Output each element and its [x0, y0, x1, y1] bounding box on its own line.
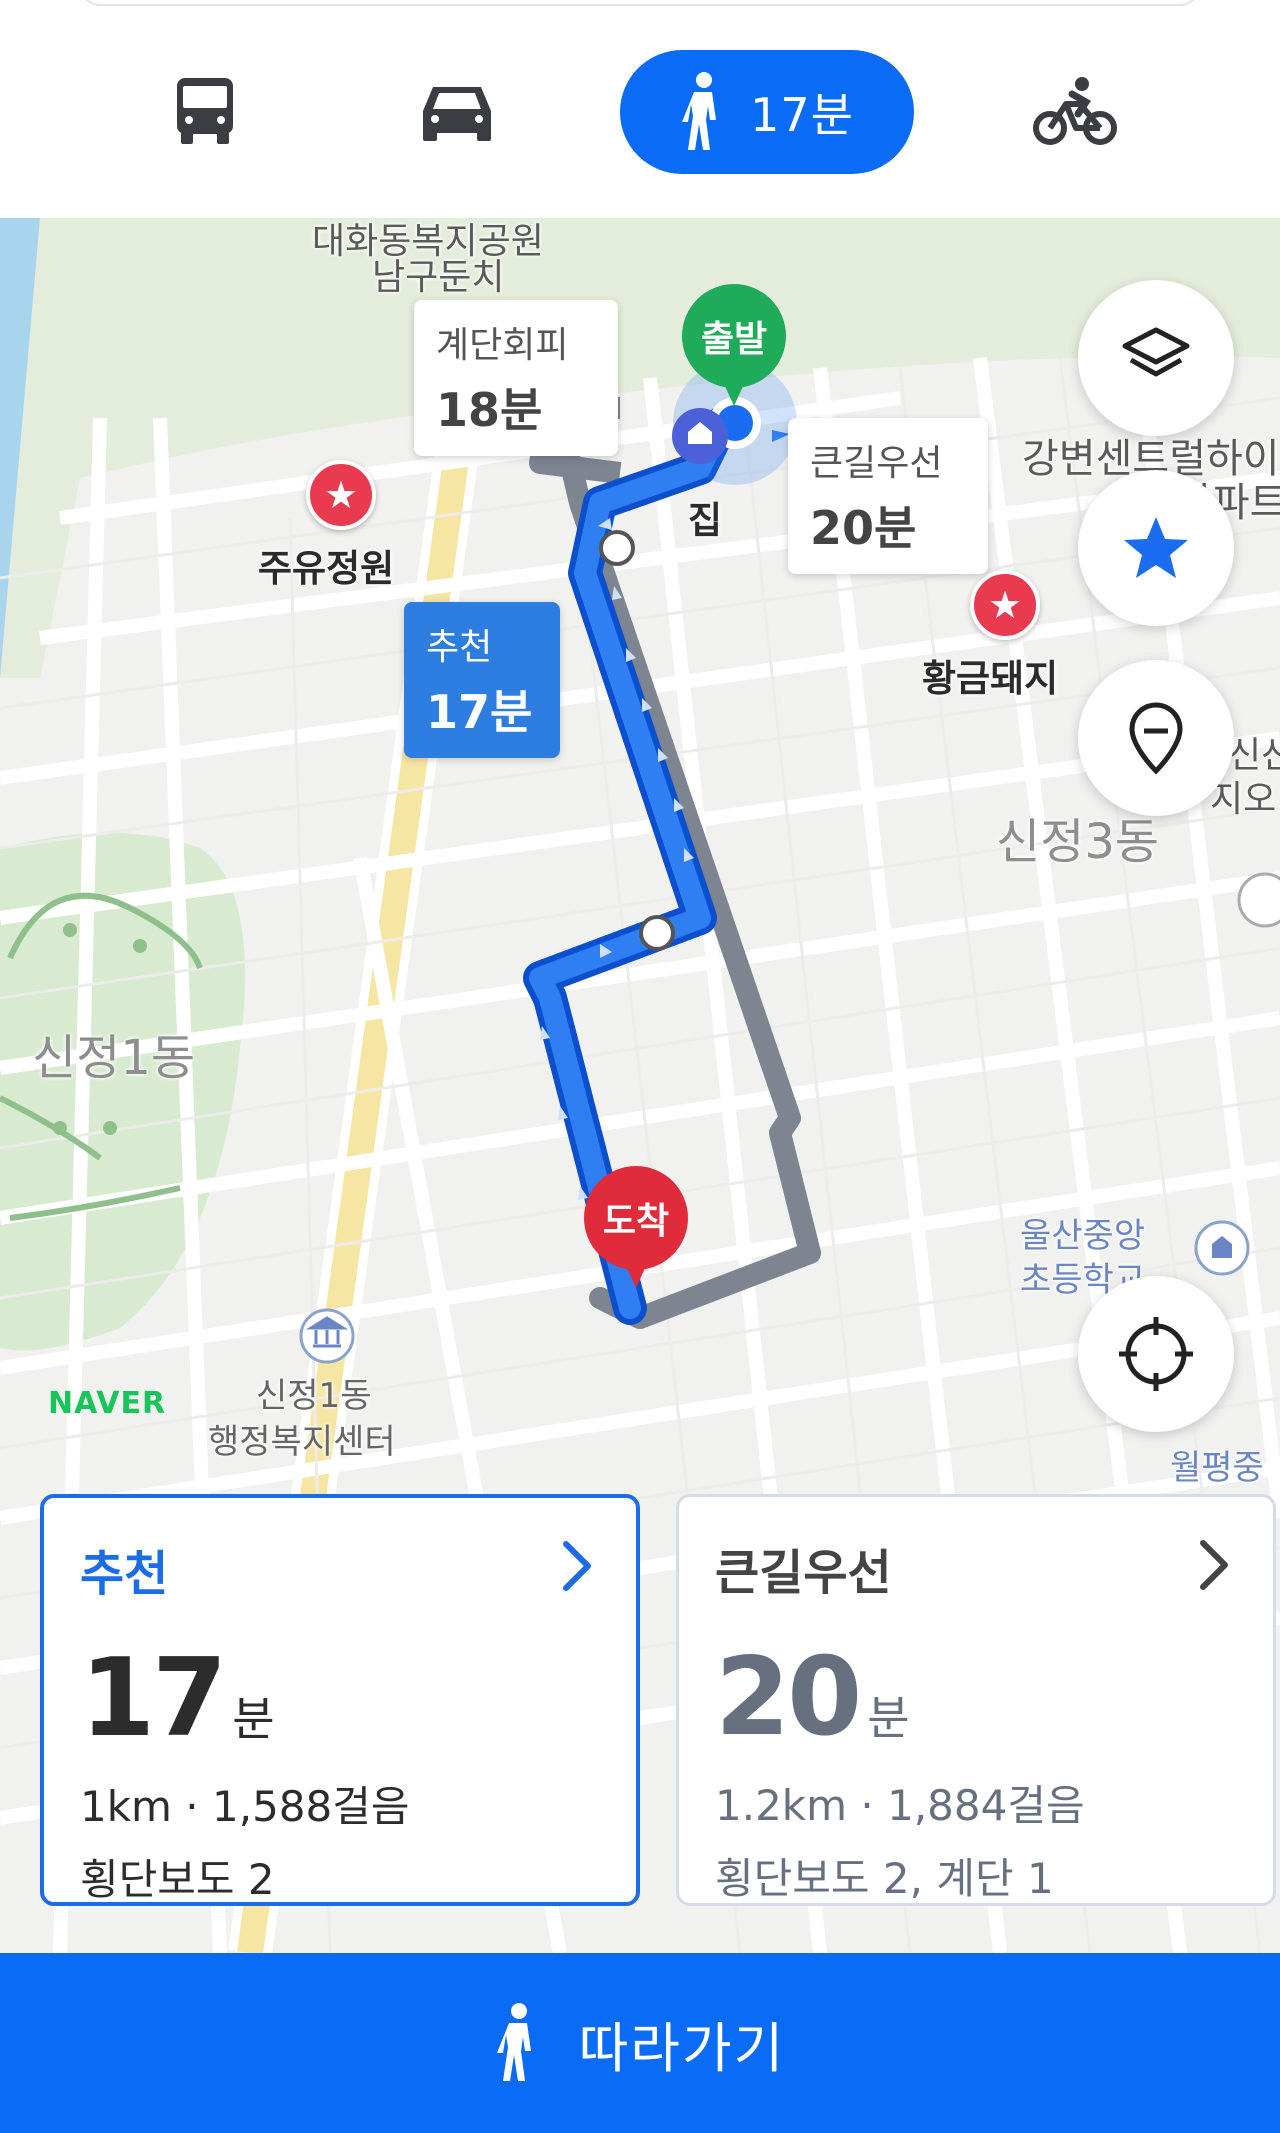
- walk-time-label: 17분: [750, 88, 854, 142]
- layers-icon: [1122, 327, 1190, 377]
- option-duration-unit: 분: [867, 1691, 910, 1745]
- mode-tabs: 17분: [0, 50, 1280, 174]
- route-callout-time: 20분: [810, 501, 917, 555]
- route-callout-recommended[interactable]: 추천 17분: [404, 602, 560, 758]
- start-pin-label: 출발: [682, 284, 786, 388]
- favorite-star-poi[interactable]: ★: [306, 460, 376, 530]
- follow-button[interactable]: 따라가기: [0, 1953, 1280, 2133]
- map-label-home: 집: [688, 499, 723, 542]
- map-label-center1: 신정1동: [256, 1376, 372, 1416]
- map-label-wolpyeong: 월평중: [1170, 1448, 1264, 1488]
- route-callout-name: 추천: [426, 627, 493, 668]
- option-duration: 17 분: [80, 1636, 600, 1761]
- map-label-pig: 황금돼지: [922, 657, 1059, 700]
- option-duration-value: 17: [80, 1636, 227, 1761]
- option-duration-value: 20: [715, 1635, 862, 1760]
- chevron-right-icon: [1200, 1540, 1228, 1590]
- bus-icon: [177, 78, 233, 144]
- search-box-edge: [80, 0, 1200, 6]
- follow-label: 따라가기: [578, 2016, 786, 2080]
- option-title: 큰길우선: [715, 1545, 892, 1601]
- route-callout-time: 18분: [436, 383, 543, 437]
- area-label-sinjeong1: 신정1동: [32, 1030, 196, 1086]
- favorites-button[interactable]: [1078, 470, 1234, 626]
- location-pin-icon: [1129, 702, 1183, 775]
- route-callout-time: 17분: [426, 685, 533, 739]
- crosshair-icon: [1119, 1317, 1193, 1391]
- option-distance: 1.2km · 1,884걸음: [715, 1781, 1085, 1830]
- map-label-center2: 행정복지센터: [208, 1422, 396, 1462]
- start-pin[interactable]: 출발: [682, 284, 786, 406]
- tab-bike[interactable]: [1020, 50, 1130, 174]
- tab-bus[interactable]: [150, 50, 260, 174]
- option-distance: 1km · 1,588걸음: [80, 1782, 410, 1831]
- bike-icon: [1033, 77, 1117, 145]
- tab-car[interactable]: [402, 50, 512, 174]
- option-crossings: 횡단보도 2: [80, 1855, 275, 1904]
- location-pin-button[interactable]: [1078, 660, 1234, 816]
- naver-logo: NAVER: [48, 1386, 167, 1421]
- favorite-star-poi-pig[interactable]: ★: [970, 570, 1040, 640]
- route-callout-name: 계단회피: [436, 325, 569, 366]
- option-crossings: 횡단보도 2, 계단 1: [715, 1854, 1054, 1903]
- my-location-button[interactable]: [1078, 1276, 1234, 1432]
- map-label-school: 울산중앙: [1020, 1216, 1146, 1256]
- car-icon: [423, 87, 491, 141]
- walk-icon: [682, 72, 717, 150]
- route-option-main-road[interactable]: 큰길우선 20 분 1.2km · 1,884걸음 횡단보도 2, 계단 1: [676, 1494, 1276, 1906]
- tab-walk[interactable]: 17분: [620, 50, 914, 174]
- layers-button[interactable]: [1078, 280, 1234, 436]
- end-pin[interactable]: 도착: [584, 1166, 688, 1288]
- chevron-right-icon: [563, 1541, 591, 1591]
- route-callout-name: 큰길우선: [810, 443, 943, 484]
- option-duration-unit: 분: [232, 1692, 275, 1746]
- option-title: 추천: [80, 1546, 169, 1602]
- route-option-recommended[interactable]: 추천 17 분 1km · 1,588걸음 횡단보도 2: [40, 1494, 640, 1906]
- walk-icon: [496, 2003, 531, 2081]
- map-label-park: 남구둔치: [372, 257, 505, 298]
- route-callout-main-road[interactable]: 큰길우선 20분: [788, 418, 988, 574]
- star-icon: [1124, 517, 1188, 578]
- transport-mode-bar: 17분: [0, 0, 1280, 218]
- end-pin-label: 도착: [584, 1166, 688, 1270]
- option-duration: 20 분: [715, 1635, 1237, 1760]
- route-callout-stairs-avoid[interactable]: 계단회피 18분: [414, 300, 618, 456]
- map-label-gas: 주유정원: [258, 547, 395, 590]
